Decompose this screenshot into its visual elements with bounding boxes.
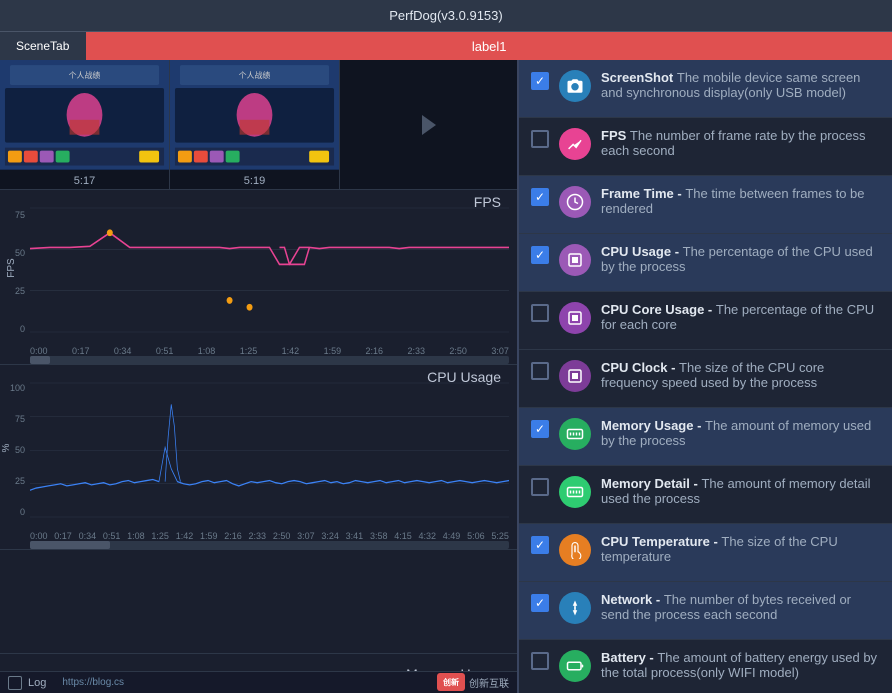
checkbox-fps[interactable]	[531, 130, 549, 148]
checklist-network[interactable]: ✓ Network - The number of bytes received…	[519, 582, 892, 640]
right-panel: ✓ ScreenShot The mobile device same scre…	[517, 60, 892, 693]
tab-scene[interactable]: SceneTab	[0, 32, 86, 60]
fps-x-axis: 0:00 0:17 0:34 0:51 1:08 1:25 1:42 1:59 …	[30, 346, 509, 356]
cpuusage-icon	[559, 244, 591, 276]
fps-chart: FPS 75 50 25 0 FPS	[0, 190, 517, 365]
checklist-screenshot[interactable]: ✓ ScreenShot The mobile device same scre…	[519, 60, 892, 118]
cpu-chart: CPU Usage 100 75 50 25 0 %	[0, 365, 517, 550]
thumb-scene-2: 个人战绩	[170, 60, 339, 170]
bottom-status-bar: Log https://blog.cs 创新 创新互联	[0, 671, 517, 693]
fps-chart-svg	[30, 208, 509, 332]
frametime-title: Frame Time - The time between frames to …	[601, 186, 880, 216]
checklist-cpuclock[interactable]: CPU Clock - The size of the CPU core fre…	[519, 350, 892, 408]
cpuusage-content: CPU Usage - The percentage of the CPU us…	[601, 244, 880, 274]
checklist-cputemp[interactable]: ✓ CPU Temperature - The size of the CPU …	[519, 524, 892, 582]
watermark-text: 创新互联	[469, 675, 509, 690]
log-checkbox[interactable]	[8, 676, 22, 690]
cpucore-content: CPU Core Usage - The percentage of the C…	[601, 302, 880, 332]
svg-text:个人战绩: 个人战绩	[69, 70, 101, 80]
cpuclock-content: CPU Clock - The size of the CPU core fre…	[601, 360, 880, 390]
url-text: https://blog.cs	[62, 677, 124, 688]
log-label: Log	[28, 677, 46, 689]
log-area: Log	[8, 676, 46, 690]
fps-y-label: FPS	[6, 259, 17, 278]
checkbox-network[interactable]: ✓	[531, 594, 549, 612]
battery-icon	[559, 650, 591, 682]
thumbnail-1[interactable]: 个人战绩 5:17	[0, 60, 170, 189]
frametime-content: Frame Time - The time between frames to …	[601, 186, 880, 216]
memoryusage-content: Memory Usage - The amount of memory used…	[601, 418, 880, 448]
cpu-scroll-handle[interactable]	[30, 541, 110, 549]
battery-content: Battery - The amount of battery energy u…	[601, 650, 880, 680]
cpu-scrollbar[interactable]	[30, 541, 509, 549]
memoryusage-title: Memory Usage - The amount of memory used…	[601, 418, 880, 448]
app-title: PerfDog(v3.0.9153)	[389, 8, 502, 23]
memdetail-content: Memory Detail - The amount of memory det…	[601, 476, 880, 506]
checkbox-cpucore[interactable]	[531, 304, 549, 322]
main-content: 个人战绩 5:17	[0, 60, 892, 693]
cpucore-title: CPU Core Usage - The percentage of the C…	[601, 302, 880, 332]
checkbox-battery[interactable]	[531, 652, 549, 670]
network-content: Network - The number of bytes received o…	[601, 592, 880, 622]
fps-icon	[559, 128, 591, 160]
screenshot-title: ScreenShot The mobile device same screen…	[601, 70, 880, 100]
screenshot-content: ScreenShot The mobile device same screen…	[601, 70, 880, 100]
cputemp-content: CPU Temperature - The size of the CPU te…	[601, 534, 880, 564]
fps-content: FPS The number of frame rate by the proc…	[601, 128, 880, 158]
svg-text:个人战绩: 个人战绩	[239, 70, 271, 80]
memdetail-icon	[559, 476, 591, 508]
memoryusage-icon	[559, 418, 591, 450]
checklist-fps[interactable]: FPS The number of frame rate by the proc…	[519, 118, 892, 176]
watermark: 创新 创新互联	[437, 673, 509, 691]
checkbox-frametime[interactable]: ✓	[531, 188, 549, 206]
frametime-icon	[559, 186, 591, 218]
fps-chart-area	[30, 208, 509, 332]
screenshot-icon	[559, 70, 591, 102]
checkbox-cputemp[interactable]: ✓	[531, 536, 549, 554]
cpuusage-title: CPU Usage - The percentage of the CPU us…	[601, 244, 880, 274]
checklist-battery[interactable]: Battery - The amount of battery energy u…	[519, 640, 892, 693]
thumb-time-2: 5:19	[244, 175, 265, 187]
watermark-logo: 创新	[437, 673, 465, 691]
memdetail-title: Memory Detail - The amount of memory det…	[601, 476, 880, 506]
cpuclock-icon	[559, 360, 591, 392]
battery-title: Battery - The amount of battery energy u…	[601, 650, 880, 680]
network-title: Network - The number of bytes received o…	[601, 592, 880, 622]
checklist-memdetail[interactable]: Memory Detail - The amount of memory det…	[519, 466, 892, 524]
fps-scrollbar[interactable]	[30, 356, 509, 364]
left-panel: 个人战绩 5:17	[0, 60, 517, 693]
checkbox-cpuusage[interactable]: ✓	[531, 246, 549, 264]
thumbnail-2[interactable]: 个人战绩 5:19	[170, 60, 340, 189]
checkbox-cpuclock[interactable]	[531, 362, 549, 380]
cpucore-icon	[559, 302, 591, 334]
cpu-y-label: %	[1, 443, 12, 452]
checkbox-memoryusage[interactable]: ✓	[531, 420, 549, 438]
thumb-time-1: 5:17	[74, 175, 95, 187]
thumbnails-row: 个人战绩 5:17	[0, 60, 517, 190]
thumb-scene-1: 个人战绩	[0, 60, 169, 170]
tab-label1[interactable]: label1	[86, 32, 892, 60]
fps-scroll-handle[interactable]	[30, 356, 50, 364]
checklist-cpucore[interactable]: CPU Core Usage - The percentage of the C…	[519, 292, 892, 350]
checkbox-screenshot[interactable]: ✓	[531, 72, 549, 90]
cpu-chart-svg	[30, 383, 509, 517]
title-bar: PerfDog(v3.0.9153)	[0, 0, 892, 32]
tab-bar: SceneTab label1	[0, 32, 892, 60]
cputemp-title: CPU Temperature - The size of the CPU te…	[601, 534, 880, 564]
checklist-cpuusage[interactable]: ✓ CPU Usage - The percentage of the CPU …	[519, 234, 892, 292]
cpu-x-axis: 0:00 0:17 0:34 0:51 1:08 1:25 1:42 1:59 …	[30, 531, 509, 541]
cpuclock-title: CPU Clock - The size of the CPU core fre…	[601, 360, 880, 390]
checklist-memoryusage[interactable]: ✓ Memory Usage - The amount of memory us…	[519, 408, 892, 466]
checkbox-memdetail[interactable]	[531, 478, 549, 496]
cpu-chart-area	[30, 383, 509, 517]
checklist-frametime[interactable]: ✓ Frame Time - The time between frames t…	[519, 176, 892, 234]
fps-title: FPS The number of frame rate by the proc…	[601, 128, 880, 158]
cputemp-icon	[559, 534, 591, 566]
network-icon	[559, 592, 591, 624]
